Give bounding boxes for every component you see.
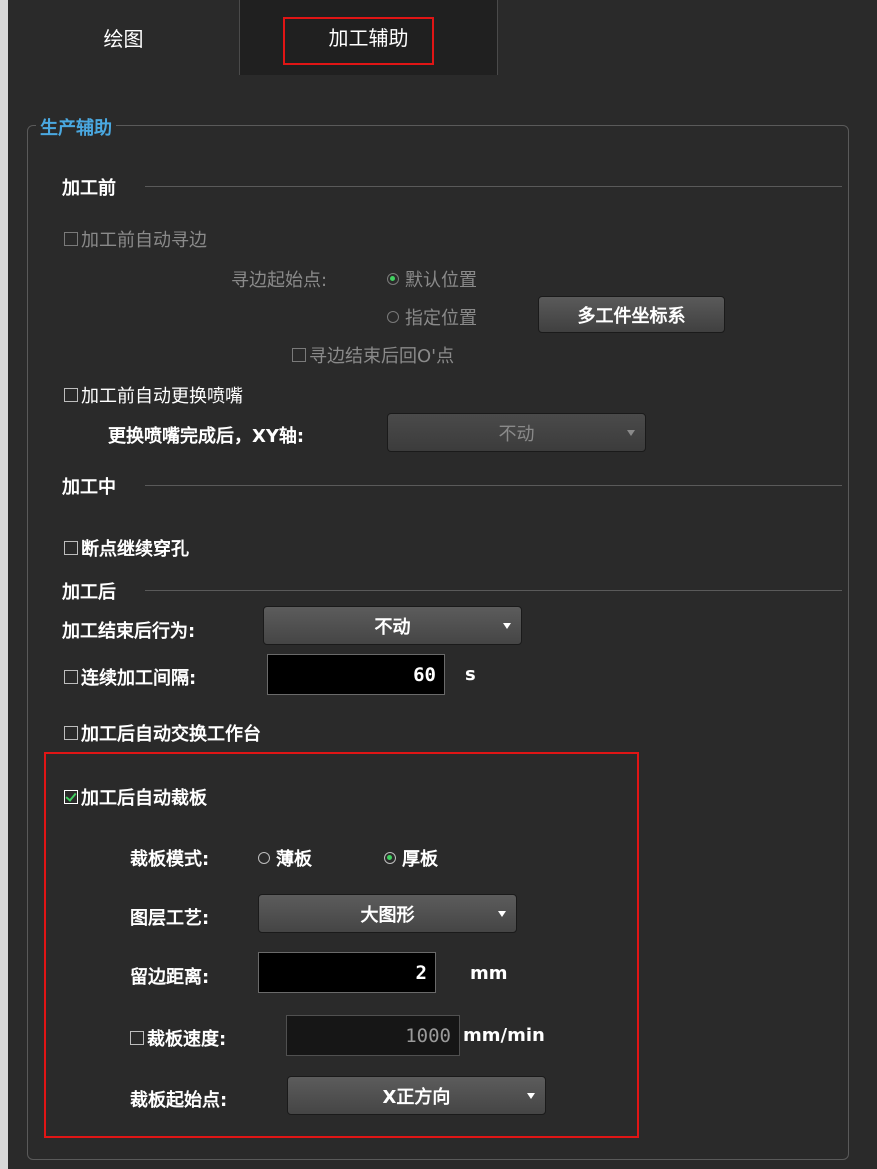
radio-default-row[interactable]: 默认位置 [387,266,477,292]
margin-label: 留边距离: [130,967,210,988]
interval-checkbox[interactable] [64,670,78,684]
section-during-divider [145,485,842,486]
multi-coord-button[interactable]: 多工件坐标系 [538,296,725,333]
swap-table-checkbox[interactable] [64,726,78,740]
after-nozzle-select[interactable]: 不动 [387,413,646,452]
interval-label: 连续加工间隔: [81,668,197,689]
radio-specified-icon[interactable] [387,311,399,323]
trim-thick-label: 厚板 [402,849,438,870]
margin-input[interactable]: 2 [258,952,436,993]
interval-unit: s [465,664,476,685]
section-during-header: 加工中 [62,477,116,498]
section-before-divider [145,186,842,187]
auto-nozzle-checkbox[interactable] [64,388,78,402]
chevron-down-icon [627,429,635,436]
end-behavior-value: 不动 [374,616,411,638]
swap-table-label: 加工后自动交换工作台 [81,724,261,745]
trim-start-value: X正方向 [382,1086,451,1108]
section-after-header: 加工后 [62,582,116,603]
interval-input[interactable]: 60 [267,654,445,695]
breakpoint-pierce-checkbox[interactable] [64,541,78,555]
window-left-edge [0,0,8,1169]
trim-speed-unit: mm/min [463,1025,545,1046]
tab-drawing-label: 绘图 [103,27,144,51]
auto-nozzle-label: 加工前自动更换喷嘴 [81,386,243,407]
auto-nozzle-row[interactable]: 加工前自动更换喷嘴 [64,382,243,408]
breakpoint-pierce-label: 断点继续穿孔 [81,539,189,560]
trim-thin-radio-icon[interactable] [258,852,270,864]
auto-trim-checkbox[interactable] [64,790,78,804]
auto-edge-label: 加工前自动寻边 [81,230,207,251]
tab-drawing[interactable]: 绘图 [8,0,240,75]
section-before-header: 加工前 [62,178,116,199]
radio-specified-row[interactable]: 指定位置 [387,304,477,330]
end-behavior-select[interactable]: 不动 [263,606,522,645]
chevron-down-icon [498,910,506,917]
trim-speed-row[interactable]: 裁板速度: [130,1025,226,1051]
trim-start-label: 裁板起始点: [130,1090,228,1111]
auto-edge-checkbox-row[interactable]: 加工前自动寻边 [64,226,207,252]
swap-table-row[interactable]: 加工后自动交换工作台 [64,720,261,746]
trim-thin-row[interactable]: 薄板 [258,845,312,871]
trim-thick-row[interactable]: 厚板 [384,845,438,871]
trim-speed-label: 裁板速度: [147,1029,227,1050]
chevron-down-icon [527,1092,535,1099]
trim-speed-checkbox[interactable] [130,1031,144,1045]
auto-trim-row[interactable]: 加工后自动裁板 [64,784,207,810]
radio-specified-label: 指定位置 [405,308,477,329]
auto-edge-checkbox[interactable] [64,232,78,246]
auto-trim-label: 加工后自动裁板 [81,788,207,809]
interval-row[interactable]: 连续加工间隔: [64,664,196,690]
layer-process-select[interactable]: 大图形 [258,894,517,933]
return-origin-label: 寻边结束后回O'点 [309,346,455,367]
section-after-divider [145,590,842,591]
after-nozzle-label: 更换喷嘴完成后，XY轴: [108,426,305,447]
trim-thin-label: 薄板 [276,849,312,870]
end-behavior-label: 加工结束后行为: [62,621,196,642]
trim-thick-radio-icon[interactable] [384,852,396,864]
trim-speed-input[interactable]: 1000 [286,1015,460,1056]
group-title: 生产辅助 [36,114,116,140]
trim-mode-label: 裁板模式: [130,849,210,870]
return-origin-checkbox[interactable] [292,348,306,362]
margin-unit: mm [470,963,508,984]
tab-highlight-outline [283,17,434,65]
radio-default-label: 默认位置 [405,270,477,291]
layer-process-value: 大图形 [360,904,415,926]
radio-default-icon[interactable] [387,273,399,285]
layer-process-label: 图层工艺: [130,908,210,929]
breakpoint-pierce-row[interactable]: 断点继续穿孔 [64,535,189,561]
chevron-down-icon [503,622,511,629]
return-origin-row[interactable]: 寻边结束后回O'点 [292,342,454,368]
edge-start-label: 寻边起始点: [231,270,328,291]
after-nozzle-value: 不动 [498,423,535,445]
trim-start-select[interactable]: X正方向 [287,1076,546,1115]
